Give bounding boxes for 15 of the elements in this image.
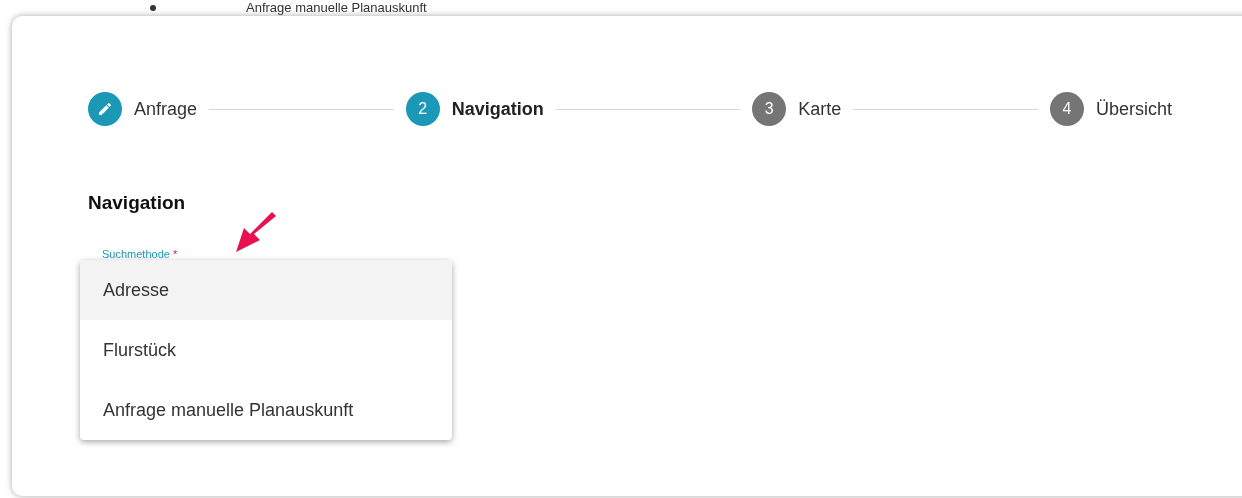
required-mark: *	[172, 248, 178, 260]
step-number: 2	[405, 92, 440, 126]
step-label[interactable]: Karte	[798, 98, 842, 120]
bullet-icon	[150, 5, 156, 11]
menu-option[interactable]: Adresse	[80, 260, 452, 320]
step-label[interactable]: Übersicht	[1095, 98, 1172, 120]
step-number: 4	[1049, 92, 1084, 126]
step-label[interactable]: Navigation	[451, 98, 544, 120]
list-item-text: Anfrage manuelle Planauskunft	[246, 1, 427, 15]
section-title: Navigation	[88, 192, 187, 214]
menu-option[interactable]: Flurstück	[80, 320, 452, 380]
menu-option[interactable]: Anfrage manuelle Planauskunft	[80, 380, 452, 440]
step-label[interactable]: Anfrage	[134, 98, 198, 120]
step-number: 3	[752, 92, 787, 126]
field-label: Suchmethode	[102, 248, 170, 260]
